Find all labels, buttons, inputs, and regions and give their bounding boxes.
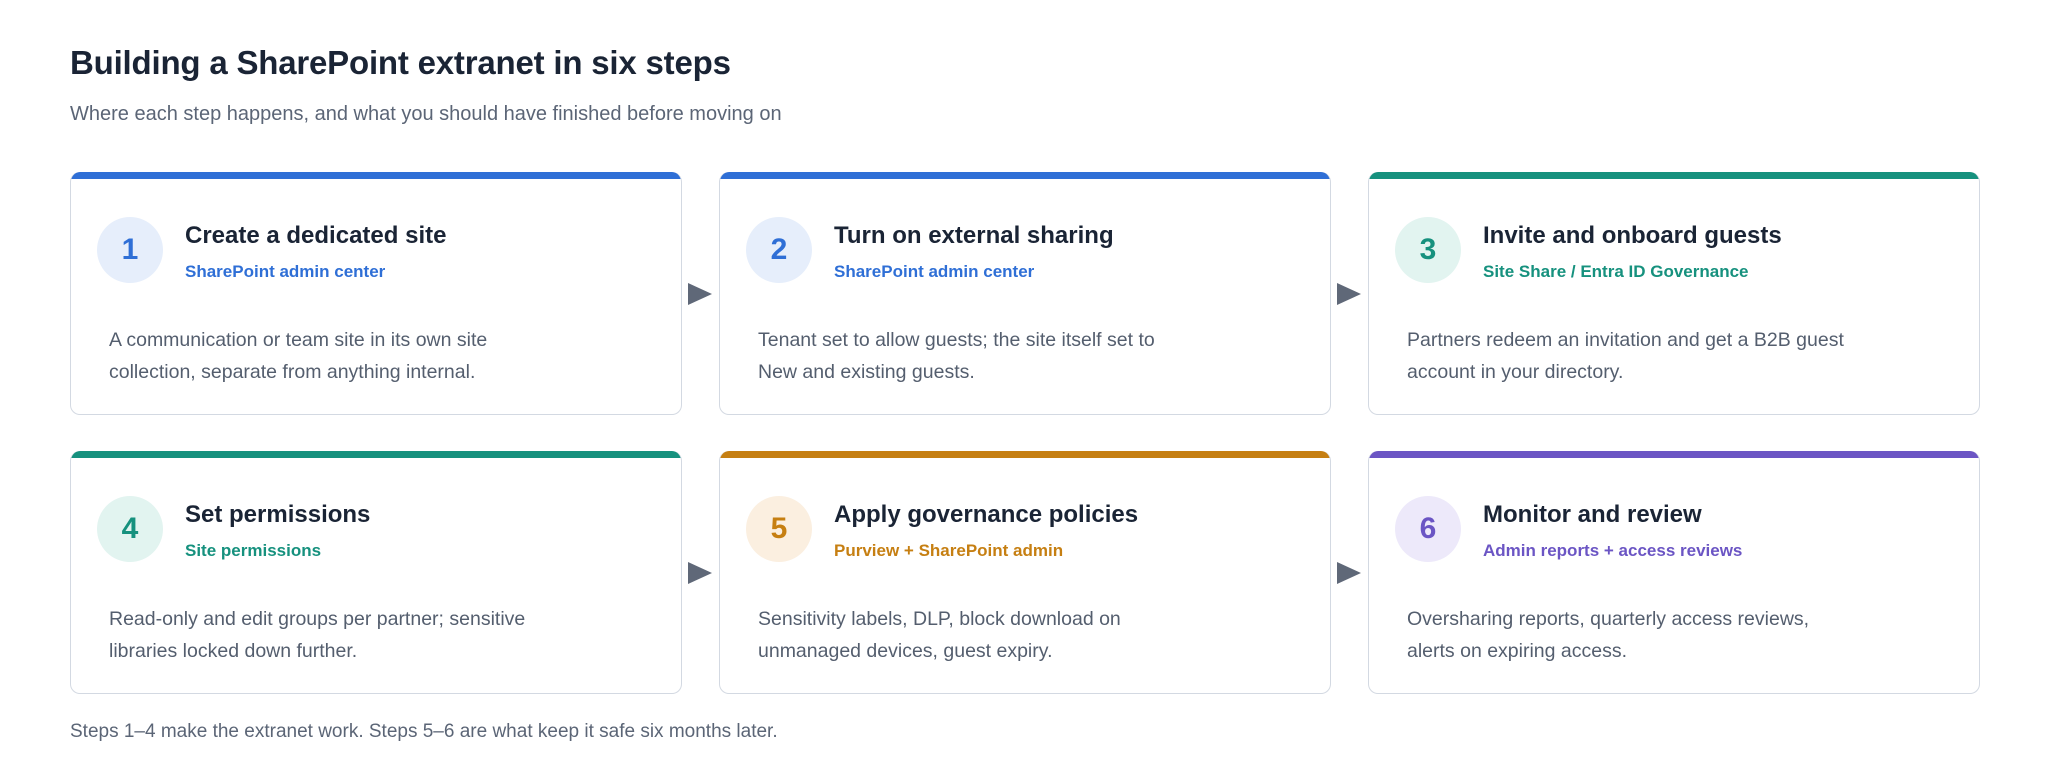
- diagram-page: Building a SharePoint extranet in six st…: [70, 0, 1980, 763]
- step-location: Purview + SharePoint admin: [834, 541, 1064, 560]
- step-description: A communication or team site in its own …: [109, 329, 488, 383]
- step-number-badge: 6: [1395, 496, 1461, 562]
- step-accent-bar: [720, 451, 1330, 458]
- steps-grid: 1 Create a dedicated site SharePoint adm…: [70, 172, 1980, 694]
- arrow-right-icon: [688, 283, 712, 305]
- step-accent-bar: [1369, 172, 1979, 179]
- step-card-5: 5 Apply governance policies Purview + Sh…: [719, 451, 1331, 694]
- step-location: Admin reports + access reviews: [1483, 541, 1743, 560]
- step-card-6: 6 Monitor and review Admin reports + acc…: [1368, 451, 1980, 694]
- step-number-badge: 4: [97, 496, 163, 562]
- step-title: Apply governance policies: [834, 501, 1139, 528]
- step-description: Sensitivity labels, DLP, block download …: [758, 608, 1121, 662]
- arrow-right-icon: [688, 562, 712, 584]
- step-location: Site permissions: [185, 541, 322, 560]
- footnote: Steps 1–4 make the extranet work. Steps …: [70, 721, 778, 742]
- step-number-badge: 2: [746, 217, 812, 283]
- step-accent-bar: [720, 172, 1330, 179]
- step-accent-bar: [1369, 451, 1979, 458]
- step-title: Set permissions: [185, 501, 371, 528]
- step-number: 5: [770, 512, 788, 545]
- step-number: 2: [770, 233, 788, 266]
- step-number: 4: [121, 512, 139, 545]
- step-location: SharePoint admin center: [834, 262, 1035, 281]
- arrow-right-icon: [1337, 562, 1361, 584]
- step-card-2: 2 Turn on external sharing SharePoint ad…: [719, 172, 1331, 415]
- step-number-badge: 5: [746, 496, 812, 562]
- step-card-4: 4 Set permissions Site permissions Read-…: [70, 451, 682, 694]
- step-location: SharePoint admin center: [185, 262, 386, 281]
- step-card-3: 3 Invite and onboard guests Site Share /…: [1368, 172, 1980, 415]
- diagram-subtitle: Where each step happens, and what you sh…: [70, 103, 782, 125]
- step-title: Create a dedicated site: [185, 222, 447, 249]
- step-title: Monitor and review: [1483, 501, 1702, 528]
- step-description: Read-only and edit groups per partner; s…: [109, 608, 526, 662]
- diagram-title: Building a SharePoint extranet in six st…: [70, 44, 731, 81]
- step-number: 1: [121, 233, 139, 266]
- step-number: 3: [1419, 233, 1437, 266]
- step-title: Turn on external sharing: [834, 222, 1114, 249]
- step-number-badge: 3: [1395, 217, 1461, 283]
- step-card-1: 1 Create a dedicated site SharePoint adm…: [70, 172, 682, 415]
- step-location: Site Share / Entra ID Governance: [1483, 262, 1749, 281]
- step-description: Oversharing reports, quarterly access re…: [1407, 608, 1810, 662]
- arrow-right-icon: [1337, 283, 1361, 305]
- step-number: 6: [1419, 512, 1437, 545]
- step-title: Invite and onboard guests: [1483, 222, 1782, 249]
- step-description: Tenant set to allow guests; the site its…: [758, 329, 1155, 383]
- step-description: Partners redeem an invitation and get a …: [1407, 329, 1844, 383]
- step-accent-bar: [71, 172, 681, 179]
- step-accent-bar: [71, 451, 681, 458]
- step-number-badge: 1: [97, 217, 163, 283]
